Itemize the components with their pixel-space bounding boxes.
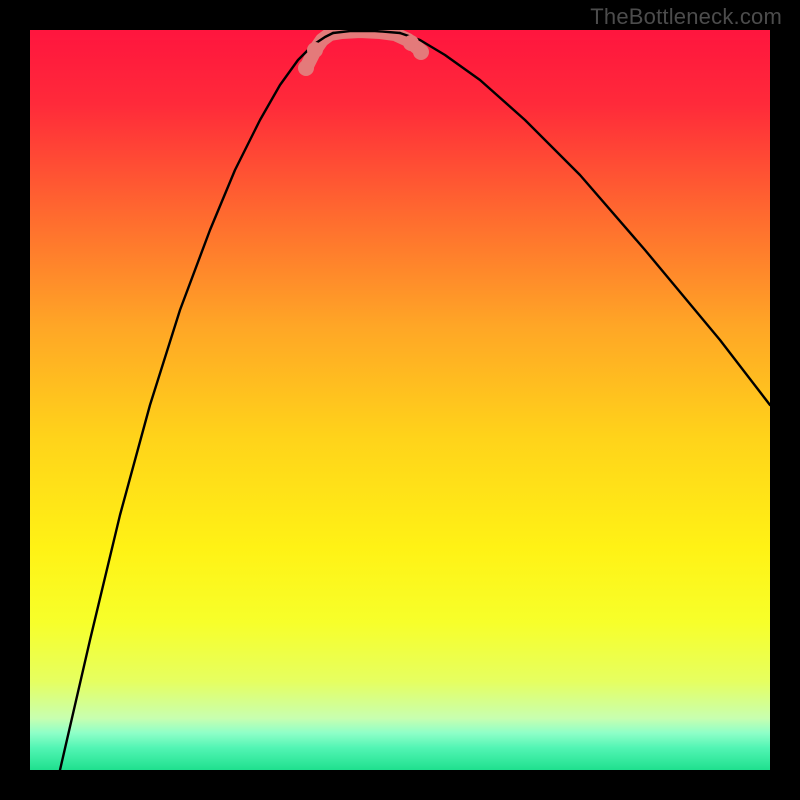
series-bottleneck-curve-right: [400, 33, 770, 405]
series-group: [60, 31, 770, 770]
plot-area: [30, 30, 770, 770]
marker-dot-1: [307, 42, 323, 58]
series-bottleneck-curve: [60, 33, 333, 770]
marker-dot-3: [413, 44, 429, 60]
series-marker-band: [306, 31, 420, 68]
curve-layer: [30, 30, 770, 770]
chart-frame: TheBottleneck.com: [0, 0, 800, 800]
watermark-text: TheBottleneck.com: [590, 4, 782, 30]
marker-dot-0: [298, 60, 314, 76]
